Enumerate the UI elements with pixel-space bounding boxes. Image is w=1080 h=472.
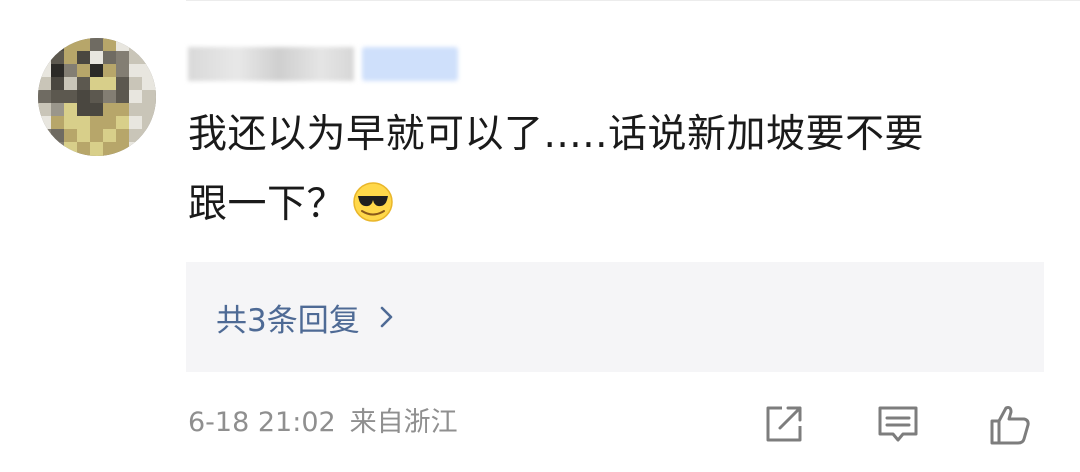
chevron-right-icon: [380, 306, 393, 328]
top-divider: [186, 0, 1080, 1]
username-blurred[interactable]: [188, 46, 458, 82]
comment-line-2-text: 跟一下？: [188, 182, 347, 227]
replies-count-link[interactable]: 共3条回复: [216, 295, 360, 340]
share-icon[interactable]: [762, 402, 806, 446]
comment-meta: 6-18 21:02 来自浙江: [188, 400, 458, 439]
location: 来自浙江: [349, 407, 458, 438]
timestamp: 6-18 21:02: [188, 407, 336, 438]
avatar[interactable]: [38, 38, 156, 156]
comment-line-2: 跟一下？: [188, 170, 1028, 240]
comment-text: 我还以为早就可以了.....话说新加坡要不要 跟一下？: [188, 100, 1028, 240]
like-icon[interactable]: [988, 402, 1032, 446]
comment-line-1: 我还以为早就可以了.....话说新加坡要不要: [188, 112, 924, 157]
username-redacted: [188, 47, 354, 81]
user-badge-redacted: [362, 47, 458, 81]
replies-panel[interactable]: 共3条回复: [186, 262, 1044, 372]
comment-icon[interactable]: [876, 402, 920, 446]
sunglasses-emoji-icon: [353, 182, 393, 222]
